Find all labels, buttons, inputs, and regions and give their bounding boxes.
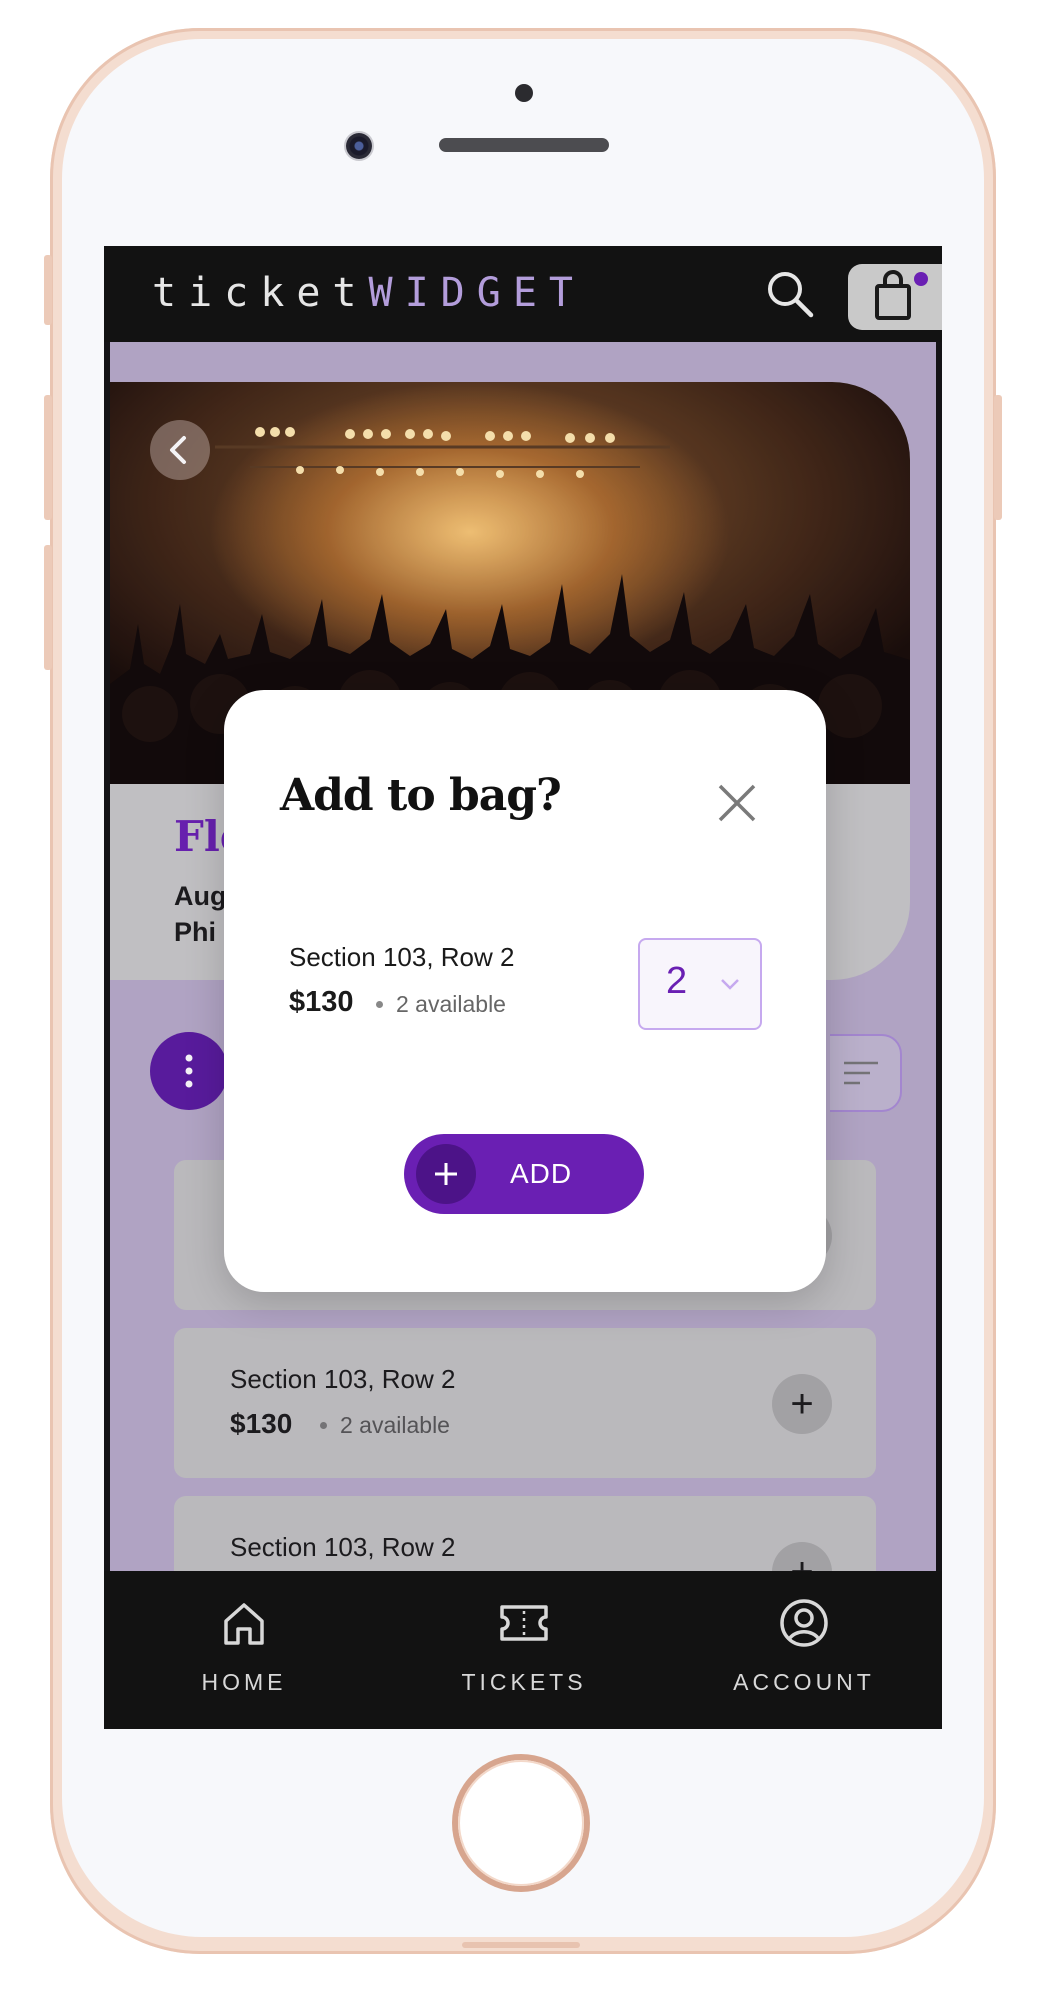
top-app-bar: ticketWIDGET <box>104 246 942 342</box>
close-icon <box>718 784 756 822</box>
home-icon <box>224 1603 264 1645</box>
dialog-ticket-availability: 2 available <box>396 991 506 1017</box>
nav-tickets[interactable]: TICKETS <box>424 1571 624 1729</box>
app-logo: ticketWIDGET <box>152 268 585 318</box>
plus-icon <box>435 1163 457 1185</box>
add-to-bag-button[interactable]: ADD <box>404 1134 644 1214</box>
bottom-edge <box>462 1942 580 1948</box>
volume-up-button <box>44 395 52 520</box>
logo-part-widget: WIDGET <box>368 270 585 316</box>
search-button[interactable] <box>764 268 816 320</box>
home-hardware-button[interactable] <box>458 1760 584 1886</box>
mute-switch <box>44 255 52 325</box>
quantity-select[interactable]: 2 <box>638 938 762 1030</box>
nav-account-label: ACCOUNT <box>733 1669 875 1695</box>
nav-home[interactable]: HOME <box>144 1571 344 1729</box>
bag-button[interactable] <box>848 264 942 330</box>
power-button <box>994 395 1002 520</box>
nav-account[interactable]: ACCOUNT <box>704 1571 904 1729</box>
add-to-bag-dialog: Add to bag? Section 103, Row 2 $130 2 av… <box>224 690 826 1292</box>
separator-dot <box>376 1001 383 1008</box>
dialog-ticket-section: Section 103, Row 2 <box>289 942 515 972</box>
chevron-down-icon <box>721 979 739 990</box>
volume-down-button <box>44 545 52 670</box>
dialog-title: Add to bag? <box>280 770 562 821</box>
close-button[interactable] <box>714 780 760 826</box>
app-screen: ticketWIDGET Fle Aug Phi Section 103, Ro… <box>104 246 942 1729</box>
ticket-icon <box>500 1605 548 1641</box>
proximity-sensor <box>515 84 533 102</box>
shopping-bag-icon <box>875 270 911 320</box>
dialog-ticket-price: $130 <box>289 986 354 1018</box>
add-button-label: ADD <box>510 1158 573 1189</box>
add-plus-circle <box>416 1144 476 1204</box>
nav-home-label: HOME <box>201 1669 287 1695</box>
earpiece-speaker <box>439 138 609 152</box>
bag-notification-badge <box>914 272 928 286</box>
quantity-value: 2 <box>666 960 688 1002</box>
front-camera <box>346 133 372 159</box>
nav-tickets-label: TICKETS <box>461 1669 587 1695</box>
bottom-navigation: HOME TICKETS ACCOUNT <box>104 1571 942 1729</box>
account-icon <box>780 1599 828 1647</box>
search-icon <box>768 272 814 318</box>
logo-part-ticket: ticket <box>152 270 369 316</box>
